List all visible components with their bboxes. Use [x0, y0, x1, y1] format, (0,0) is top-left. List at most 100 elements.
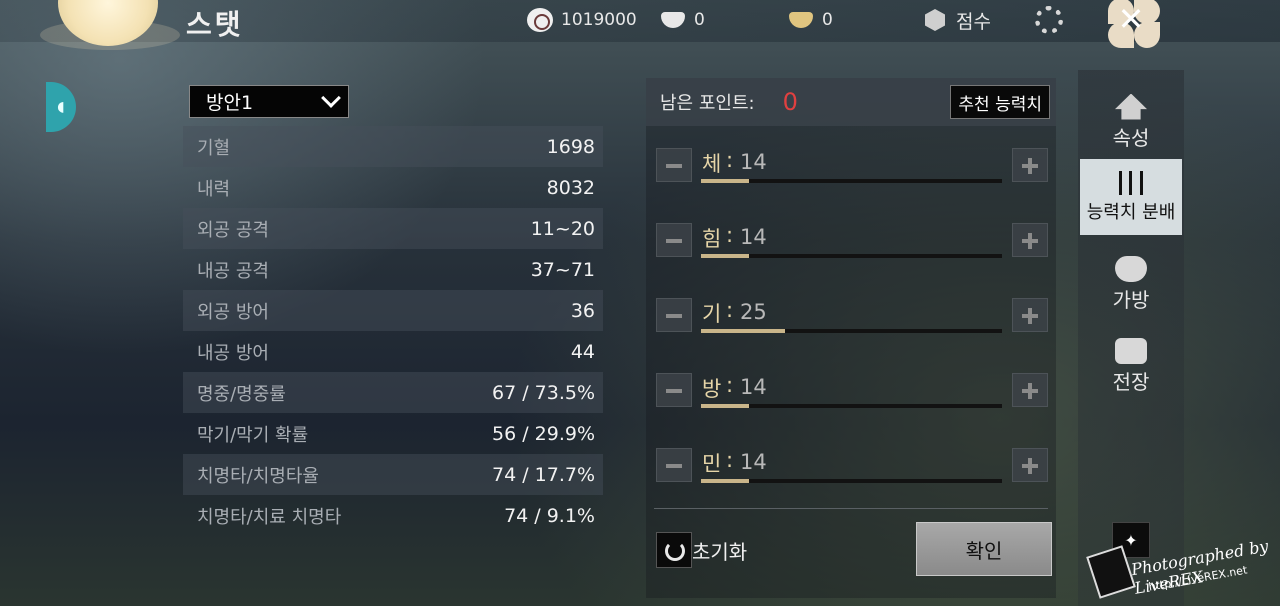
stat-label: 치명타/치료 치명타 — [197, 506, 342, 528]
stat-label: 치명타/치명타율 — [197, 465, 319, 487]
attribute-progress-fill — [701, 179, 750, 183]
stat-row: 치명타/치료 치명타 74 / 9.1% — [183, 495, 603, 536]
gold-bowl-icon — [788, 8, 814, 32]
recommend-stats-button[interactable]: 추천 능력치 — [950, 85, 1050, 119]
nav-item-label: 속성 — [1112, 125, 1150, 150]
increase-button[interactable] — [1012, 448, 1048, 482]
reset-label: 초기화 — [692, 539, 748, 564]
stat-label: 막기/막기 확률 — [197, 424, 309, 446]
stat-label: 외공 공격 — [197, 219, 269, 241]
stat-row: 막기/막기 확률 56 / 29.9% — [183, 413, 603, 454]
attribute-colon: : — [726, 148, 734, 172]
attribute-progress-track — [701, 404, 1002, 408]
attribute-progress-track — [701, 254, 1002, 258]
stat-value: 44 — [570, 340, 595, 363]
attribute-row: 기 : 25 — [646, 298, 1056, 338]
gear-icon — [1035, 6, 1063, 34]
confirm-button[interactable]: 확인 — [916, 522, 1052, 576]
stat-row: 내공 방어 44 — [183, 331, 603, 372]
allocation-panel: 남은 포인트: 0 추천 능력치 체 : 14 힘 : 14 기 : 25 방 … — [646, 78, 1056, 598]
stats-list: 기혈 1698 내력 8032 외공 공격 11~20 내공 공격 37~71 … — [183, 126, 603, 536]
close-button[interactable]: ✕ — [1112, 0, 1150, 38]
decrease-button[interactable] — [656, 373, 692, 407]
stat-value: 36 — [570, 299, 595, 322]
nav-item-battlefield[interactable]: 전장 — [1078, 328, 1184, 404]
decrease-button[interactable] — [656, 223, 692, 257]
attribute-name: 힘 — [702, 227, 722, 251]
stat-row: 외공 방어 36 — [183, 290, 603, 331]
stat-row: 내공 공격 37~71 — [183, 249, 603, 290]
chevron-down-icon — [321, 88, 341, 108]
side-tab-button[interactable]: ◖ — [46, 82, 76, 132]
attribute-progress-track — [701, 179, 1002, 183]
decrease-button[interactable] — [656, 448, 692, 482]
nav-item-label: 능력치 분배 — [1086, 202, 1176, 223]
increase-button[interactable] — [1012, 223, 1048, 257]
currency-coin: 1019000 — [527, 8, 637, 32]
page-title: 스탯 — [186, 8, 244, 41]
attribute-value: 14 — [740, 150, 767, 174]
increase-button[interactable] — [1012, 148, 1048, 182]
nav-item-attributes[interactable]: 속성 — [1078, 84, 1184, 160]
stat-value: 11~20 — [530, 217, 595, 240]
decrease-button[interactable] — [656, 148, 692, 182]
settings-button[interactable] — [1030, 2, 1068, 38]
attribute-row: 체 : 14 — [646, 148, 1056, 188]
stat-value: 8032 — [546, 176, 595, 199]
nav-item-label: 가방 — [1112, 287, 1150, 312]
nav-item-label: 전장 — [1112, 369, 1150, 394]
attribute-progress-fill — [701, 404, 750, 408]
attribute-progress-fill — [701, 329, 786, 333]
currency-coin-value: 1019000 — [561, 10, 637, 30]
currency-gold: 0 — [788, 8, 833, 32]
stat-label: 내력 — [197, 178, 231, 200]
attribute-row: 방 : 14 — [646, 373, 1056, 413]
stat-label: 내공 공격 — [197, 260, 269, 282]
top-bar: 스탯 1019000 0 0 점수 ✕ — [0, 0, 1280, 50]
attribute-row: 힘 : 14 — [646, 223, 1056, 263]
decrease-button[interactable] — [656, 298, 692, 332]
plan-select-value: 방안1 — [206, 92, 254, 114]
attribute-value: 25 — [740, 300, 767, 324]
stat-value: 67 / 73.5% — [491, 381, 595, 404]
stat-row: 명중/명중률 67 / 73.5% — [183, 372, 603, 413]
stat-row: 내력 8032 — [183, 167, 603, 208]
stat-value: 37~71 — [530, 258, 595, 281]
score-label: 점수 — [956, 10, 991, 33]
attribute-name: 민 — [702, 452, 722, 476]
nav-item-stat-distribution[interactable]: 능력치 분배 — [1080, 159, 1182, 235]
reset-icon — [656, 532, 692, 568]
reset-button[interactable]: 초기화 — [656, 532, 747, 568]
stat-row: 외공 공격 11~20 — [183, 208, 603, 249]
nav-item-bag[interactable]: 가방 — [1078, 246, 1184, 322]
stat-label: 기혈 — [197, 137, 231, 159]
attribute-value: 14 — [740, 225, 767, 249]
increase-button[interactable] — [1012, 373, 1048, 407]
attribute-value: 14 — [740, 375, 767, 399]
currency-gold-value: 0 — [822, 10, 833, 30]
stat-row: 치명타/치명타율 74 / 17.7% — [183, 454, 603, 495]
attribute-colon: : — [726, 373, 734, 397]
stat-value: 1698 — [546, 135, 595, 158]
bag-icon — [1115, 255, 1147, 282]
attribute-progress-fill — [701, 254, 750, 258]
side-tab-icon: ◖ — [57, 99, 65, 115]
score-button[interactable]: 점수 — [922, 8, 991, 33]
attribute-progress-track — [701, 329, 1002, 333]
silver-bowl-icon — [660, 8, 686, 32]
watermark: Photographed by LiveREX http://LiveREX.n… — [1086, 536, 1272, 599]
increase-button[interactable] — [1012, 298, 1048, 332]
currency-silver: 0 — [660, 8, 705, 32]
sliders-icon — [1115, 170, 1147, 196]
stat-value: 74 / 9.1% — [504, 504, 595, 527]
remaining-points-label: 남은 포인트: — [660, 93, 755, 114]
hat-icon — [1115, 93, 1147, 120]
plan-select[interactable]: 방안1 — [189, 85, 349, 118]
stat-value: 74 / 17.7% — [491, 463, 595, 486]
attribute-name: 방 — [702, 377, 722, 401]
tablet-icon — [1086, 545, 1136, 599]
score-icon — [922, 8, 948, 32]
remaining-points-value: 0 — [782, 88, 798, 116]
attribute-name: 기 — [702, 302, 722, 326]
attribute-colon: : — [726, 298, 734, 322]
